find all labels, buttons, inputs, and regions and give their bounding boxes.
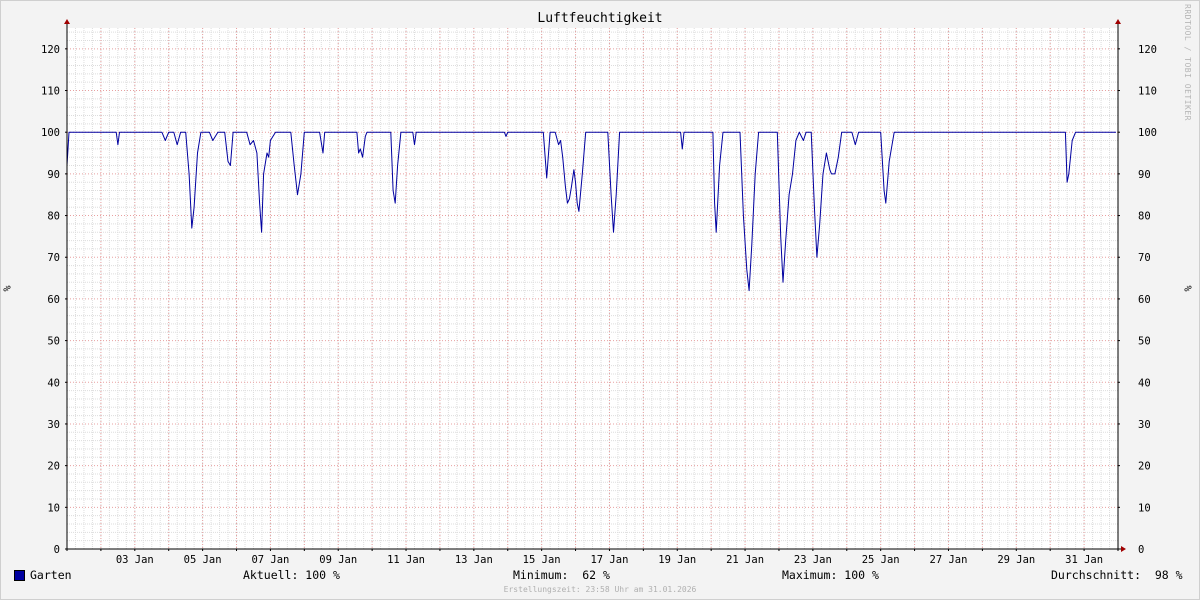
legend-minimum: Minimum: 62 % xyxy=(513,568,610,582)
y-tick-label-left: 40 xyxy=(47,377,60,389)
x-tick-label: 07 Jan xyxy=(251,554,289,566)
y-tick-label-left: 50 xyxy=(47,336,60,348)
y-tick-label-right: 120 xyxy=(1138,44,1157,56)
legend-series-name: Garten xyxy=(30,568,72,582)
y-tick-label-right: 20 xyxy=(1138,461,1151,473)
y-tick-label-right: 10 xyxy=(1138,502,1151,514)
y-tick-label-left: 70 xyxy=(47,252,60,264)
x-tick-label: 29 Jan xyxy=(997,554,1035,566)
x-tick-label: 23 Jan xyxy=(794,554,832,566)
y-axis-arrow-left xyxy=(64,19,70,24)
y-tick-label-right: 80 xyxy=(1138,211,1151,223)
y-axis-label: % xyxy=(2,285,14,292)
y-tick-label-left: 30 xyxy=(47,419,60,431)
legend-swatch-garten xyxy=(14,570,25,581)
y-tick-label-right: 60 xyxy=(1138,294,1151,306)
y-tick-label-left: 10 xyxy=(47,502,60,514)
x-tick-label: 19 Jan xyxy=(658,554,696,566)
x-tick-label: 27 Jan xyxy=(930,554,968,566)
x-tick-label: 13 Jan xyxy=(455,554,493,566)
x-tick-label: 31 Jan xyxy=(1065,554,1103,566)
y-tick-label-left: 80 xyxy=(47,211,60,223)
humidity-chart: 0 0 10 10 20 20 30 30 40 40 50 50 60 60 70 70 80 80 90 90 10… xyxy=(41,19,1157,566)
y-tick-label-right: 0 xyxy=(1138,544,1144,556)
x-tick-label: 15 Jan xyxy=(523,554,561,566)
x-tick-label: 21 Jan xyxy=(726,554,764,566)
x-tick-label: 09 Jan xyxy=(319,554,357,566)
y-tick-label-right: 70 xyxy=(1138,252,1151,264)
y-tick-label-left: 110 xyxy=(41,86,60,98)
x-tick-label: 17 Jan xyxy=(590,554,628,566)
y-tick-label-right: 90 xyxy=(1138,169,1151,181)
x-tick-label: 03 Jan xyxy=(116,554,154,566)
y-tick-label-right: 40 xyxy=(1138,377,1151,389)
legend-maximum: Maximum: 100 % xyxy=(782,568,879,582)
y-axis-arrow-right xyxy=(1115,19,1121,24)
x-axis-arrow xyxy=(1121,546,1126,552)
y-axis-label-right: % xyxy=(1183,285,1195,292)
y-tick-label-right: 50 xyxy=(1138,336,1151,348)
legend-average: Durchschnitt: 98 % xyxy=(1051,568,1183,582)
y-tick-label-right: 30 xyxy=(1138,419,1151,431)
y-tick-label-left: 60 xyxy=(47,294,60,306)
y-tick-label-left: 120 xyxy=(41,44,60,56)
y-tick-label-right: 110 xyxy=(1138,86,1157,98)
y-tick-label-left: 90 xyxy=(47,169,60,181)
y-tick-label-left: 20 xyxy=(47,461,60,473)
y-tick-label-right: 100 xyxy=(1138,127,1157,139)
footer-timestamp: Erstellungszeit: 23:58 Uhr am 31.01.2026 xyxy=(503,585,697,594)
x-tick-label: 25 Jan xyxy=(862,554,900,566)
x-tick-label: 11 Jan xyxy=(387,554,425,566)
legend-current: Aktuell: 100 % xyxy=(243,568,340,582)
y-tick-label-left: 100 xyxy=(41,127,60,139)
y-tick-label-left: 0 xyxy=(54,544,60,556)
x-tick-label: 05 Jan xyxy=(184,554,222,566)
